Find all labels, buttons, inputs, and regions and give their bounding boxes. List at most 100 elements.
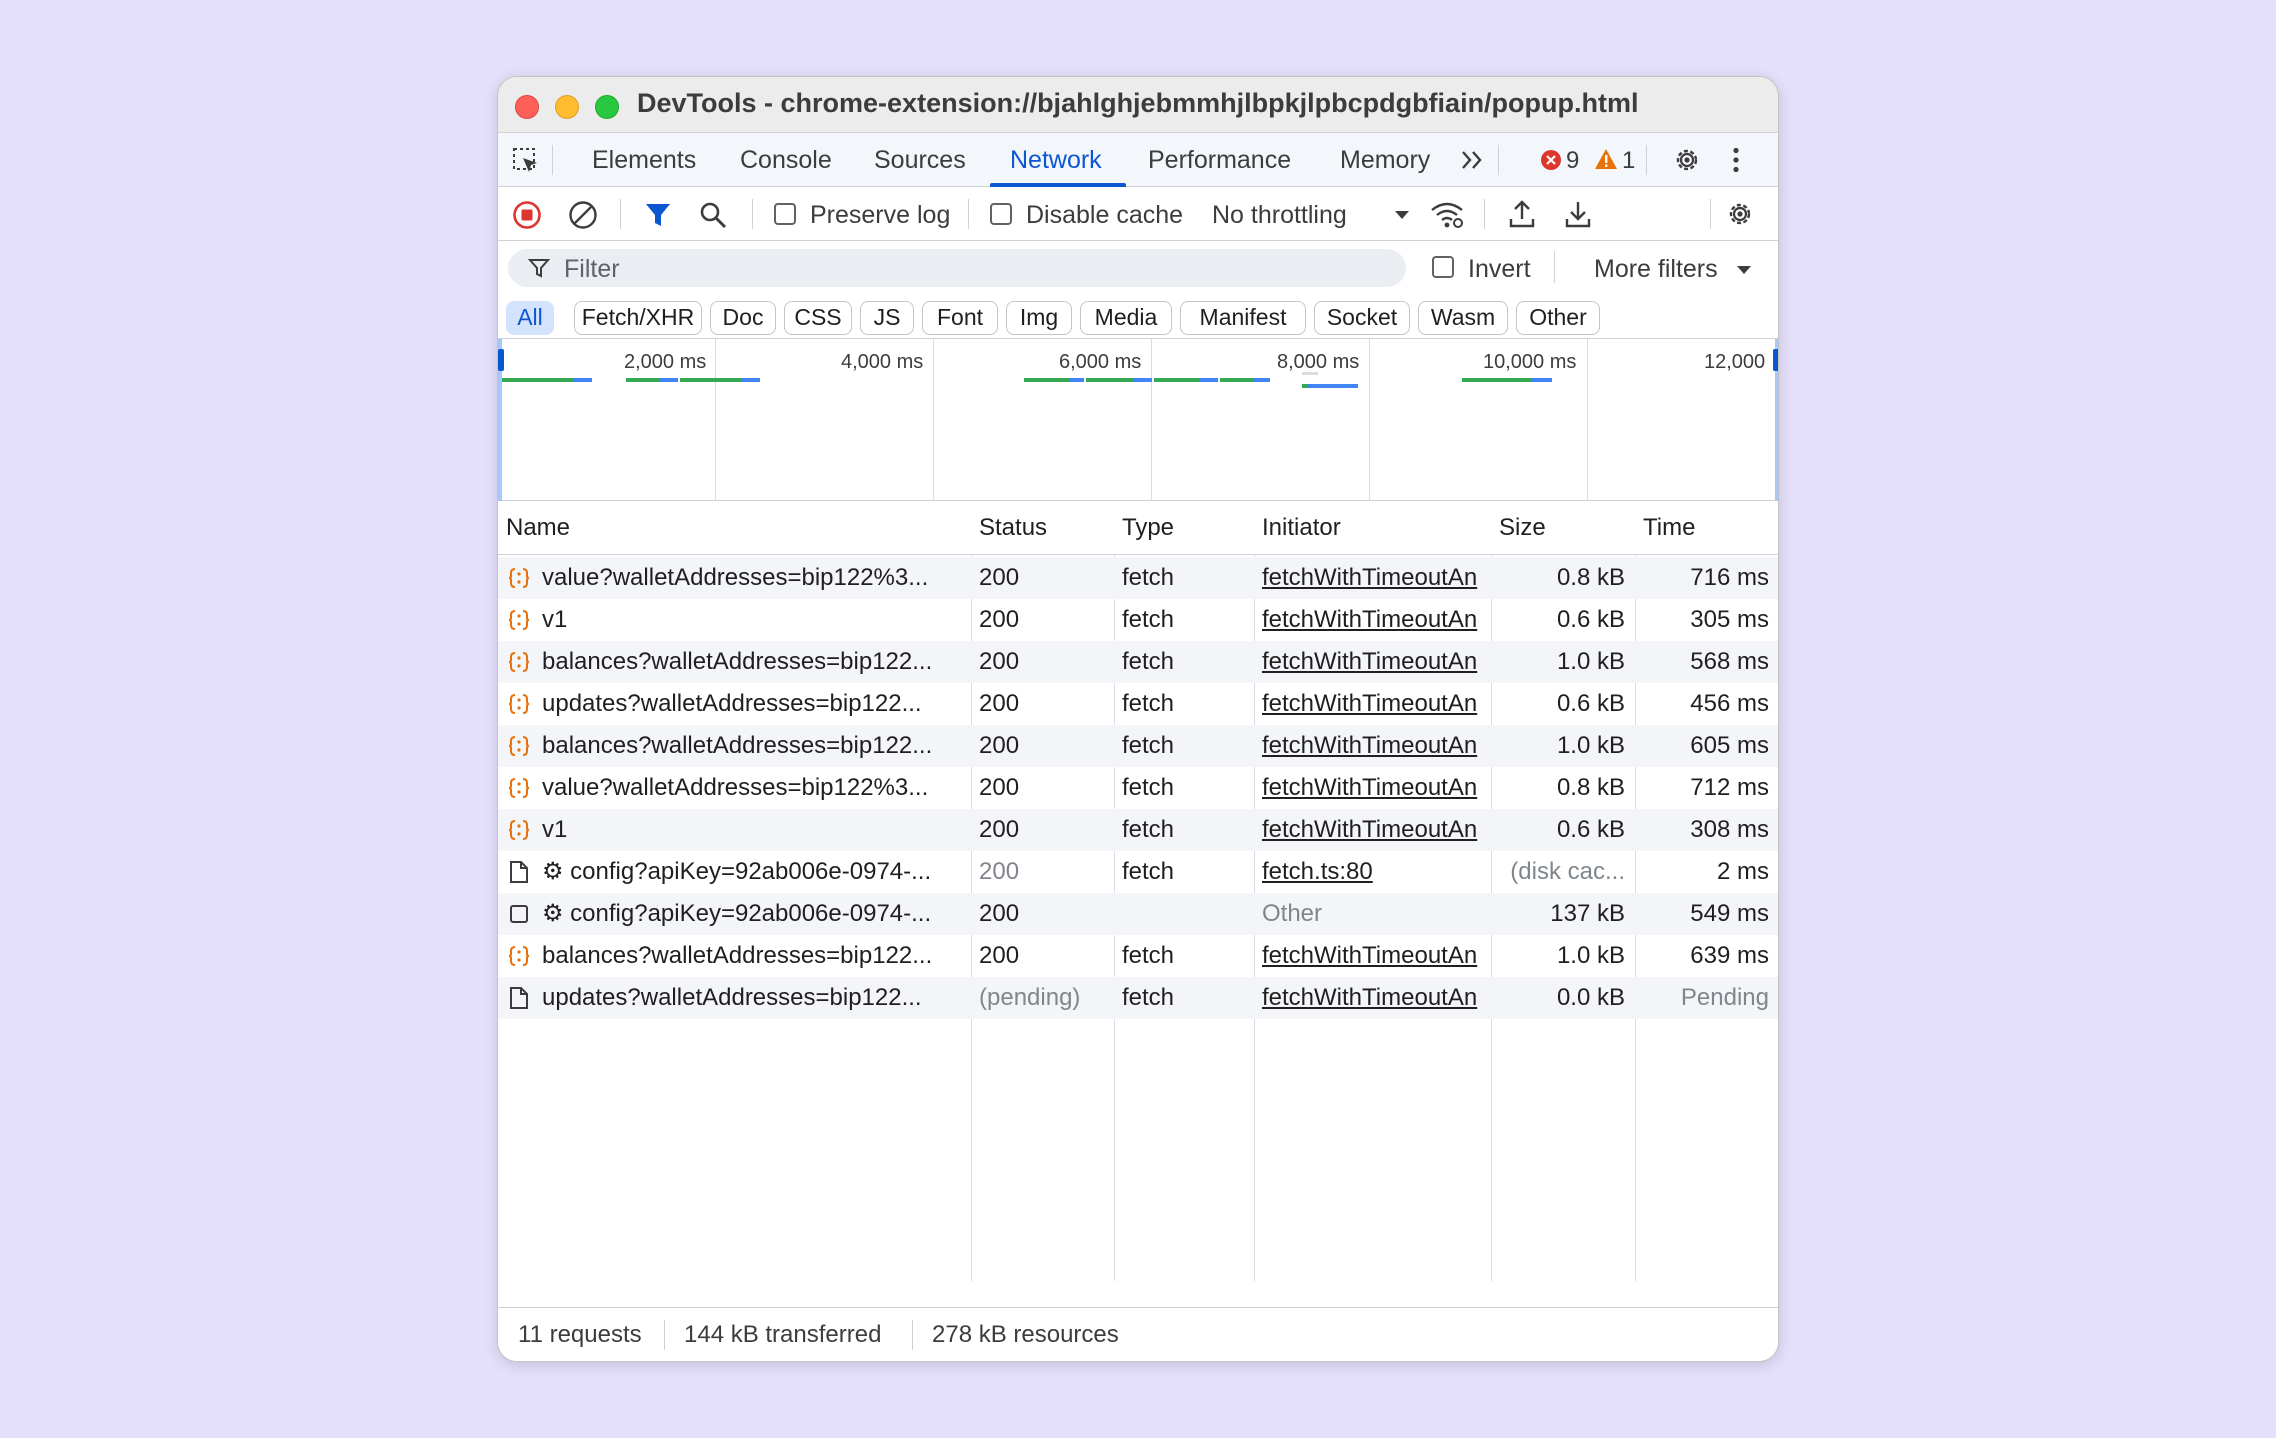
filter-funnel-icon[interactable] [644, 201, 672, 229]
type-filter-doc[interactable]: Doc [710, 301, 776, 335]
inspect-element-icon[interactable] [512, 147, 540, 175]
tab-elements[interactable]: Elements [592, 133, 696, 187]
more-options-kebab-icon[interactable] [1732, 147, 1740, 173]
filter-input[interactable] [508, 249, 1406, 287]
clear-log-icon[interactable] [568, 200, 598, 230]
request-initiator[interactable]: fetchWithTimeoutAn [1262, 557, 1490, 599]
error-count[interactable]: 9 [1566, 147, 1579, 175]
request-size: 0.6 kB [1556, 606, 1625, 633]
invert-label[interactable]: Invert [1468, 255, 1531, 284]
more-filters-dropdown[interactable]: More filters [1594, 255, 1718, 284]
request-status: (pending) [979, 984, 1081, 1011]
warning-badge-icon[interactable] [1594, 148, 1618, 170]
table-row[interactable]: ⚙ config?apiKey=92ab006e-0974-... 200 Othe… [498, 893, 1778, 935]
close-window-button[interactable] [515, 95, 539, 119]
table-row[interactable]: balances?walletAddresses=bip122... 200 fet… [498, 641, 1778, 683]
disable-cache-label[interactable]: Disable cache [1026, 201, 1183, 230]
type-filter-css[interactable]: CSS [784, 301, 852, 335]
request-time: 308 ms [1690, 816, 1769, 843]
warning-count[interactable]: 1 [1622, 147, 1635, 175]
request-name[interactable]: updates?walletAddresses=bip122... [542, 683, 962, 725]
request-initiator[interactable]: fetchWithTimeoutAn [1262, 935, 1490, 977]
request-initiator[interactable]: fetchWithTimeoutAn [1262, 641, 1490, 683]
request-initiator[interactable]: fetch.ts:80 [1262, 851, 1490, 893]
tab-network[interactable]: Network [1010, 133, 1102, 187]
settings-gear-icon[interactable] [1672, 145, 1702, 175]
type-filter-wasm[interactable]: Wasm [1418, 301, 1508, 335]
more-tabs-chevron-icon[interactable] [1460, 149, 1486, 171]
timeline-request-bar [1200, 378, 1218, 382]
type-filter-font[interactable]: Font [922, 301, 998, 335]
tab-sources[interactable]: Sources [874, 133, 966, 187]
request-initiator[interactable]: fetchWithTimeoutAn [1262, 599, 1490, 641]
header-size[interactable]: Size [1491, 501, 1546, 555]
request-name[interactable]: v1 [542, 599, 962, 641]
type-filter-socket[interactable]: Socket [1314, 301, 1410, 335]
tab-performance[interactable]: Performance [1148, 133, 1291, 187]
request-type: fetch [1122, 606, 1175, 633]
import-har-upload-icon[interactable] [1508, 199, 1536, 229]
table-row[interactable]: ⚙ config?apiKey=92ab006e-0974-... 200 fetc… [498, 851, 1778, 893]
timeline-left-grip[interactable] [498, 349, 504, 371]
request-initiator[interactable]: fetchWithTimeoutAn [1262, 767, 1490, 809]
request-name[interactable]: v1 [542, 809, 962, 851]
network-settings-gear-icon[interactable] [1725, 199, 1755, 229]
type-filter-all[interactable]: All [506, 301, 554, 335]
filter-placeholder[interactable]: Filter [564, 255, 620, 284]
table-row[interactable]: balances?walletAddresses=bip122... 200 fet… [498, 725, 1778, 767]
request-initiator[interactable]: fetchWithTimeoutAn [1262, 683, 1490, 725]
minimize-window-button[interactable] [555, 95, 579, 119]
request-name[interactable]: balances?walletAddresses=bip122... [542, 935, 962, 977]
timeline-right-grip[interactable] [1773, 349, 1778, 371]
request-initiator[interactable]: fetchWithTimeoutAn [1262, 725, 1490, 767]
table-row[interactable]: v1 200 fetch fetchWithTimeoutAn 0.6 kB 308 ms [498, 809, 1778, 851]
table-row[interactable]: updates?walletAddresses=bip122... (pendin… [498, 977, 1778, 1019]
header-initiator[interactable]: Initiator [1254, 501, 1341, 555]
table-row[interactable]: v1 200 fetch fetchWithTimeoutAn 0.6 kB 305 ms [498, 599, 1778, 641]
request-name[interactable]: value?walletAddresses=bip122%3... [542, 767, 962, 809]
request-status: 200 [979, 606, 1020, 633]
fetch-icon [508, 694, 530, 714]
zoom-window-button[interactable] [595, 95, 619, 119]
tab-console[interactable]: Console [740, 133, 832, 187]
type-filter-media[interactable]: Media [1080, 301, 1172, 335]
preserve-log-label[interactable]: Preserve log [810, 201, 950, 230]
header-name[interactable]: Name [498, 501, 570, 555]
disable-cache-checkbox[interactable] [990, 203, 1012, 225]
table-row[interactable]: value?walletAddresses=bip122%3... 200 fetc… [498, 557, 1778, 599]
request-name[interactable]: value?walletAddresses=bip122%3... [542, 557, 962, 599]
network-conditions-icon[interactable] [1430, 201, 1464, 229]
type-filter-manifest[interactable]: Manifest [1180, 301, 1306, 335]
invert-checkbox[interactable] [1432, 256, 1454, 278]
export-har-download-icon[interactable] [1564, 199, 1592, 229]
request-name[interactable]: ⚙ config?apiKey=92ab006e-0974-... [542, 851, 962, 893]
request-name[interactable]: updates?walletAddresses=bip122... [542, 977, 962, 1019]
stop-recording-icon[interactable] [512, 200, 542, 230]
table-row[interactable]: updates?walletAddresses=bip122... 200 fetc… [498, 683, 1778, 725]
request-status: 200 [979, 942, 1020, 969]
header-status[interactable]: Status [971, 501, 1047, 555]
request-name[interactable]: ⚙ config?apiKey=92ab006e-0974-... [542, 893, 962, 935]
timeline-gridline [933, 339, 934, 501]
request-initiator[interactable]: fetchWithTimeoutAn [1262, 809, 1490, 851]
tab-memory[interactable]: Memory [1340, 133, 1430, 187]
timeline-label: 10,000 ms [1483, 351, 1577, 373]
request-initiator[interactable]: fetchWithTimeoutAn [1262, 977, 1490, 1019]
throttling-select[interactable]: No throttling [1212, 201, 1347, 230]
error-badge-icon[interactable] [1540, 149, 1562, 171]
timeline-overview[interactable]: 2,000 ms 4,000 ms 6,000 ms 8,000 ms 10,0… [498, 339, 1778, 501]
preserve-log-checkbox[interactable] [774, 203, 796, 225]
chevron-down-icon[interactable] [1394, 210, 1410, 220]
type-filter-js[interactable]: JS [860, 301, 914, 335]
chevron-down-icon[interactable] [1736, 265, 1752, 275]
search-icon[interactable] [698, 200, 728, 230]
type-filter-other[interactable]: Other [1516, 301, 1600, 335]
header-type[interactable]: Type [1114, 501, 1174, 555]
header-time[interactable]: Time [1635, 501, 1695, 555]
type-filter-fetch-xhr[interactable]: Fetch/XHR [574, 301, 702, 335]
request-name[interactable]: balances?walletAddresses=bip122... [542, 725, 962, 767]
request-name[interactable]: balances?walletAddresses=bip122... [542, 641, 962, 683]
table-row[interactable]: value?walletAddresses=bip122%3... 200 fetc… [498, 767, 1778, 809]
type-filter-img[interactable]: Img [1006, 301, 1072, 335]
table-row[interactable]: balances?walletAddresses=bip122... 200 fet… [498, 935, 1778, 977]
